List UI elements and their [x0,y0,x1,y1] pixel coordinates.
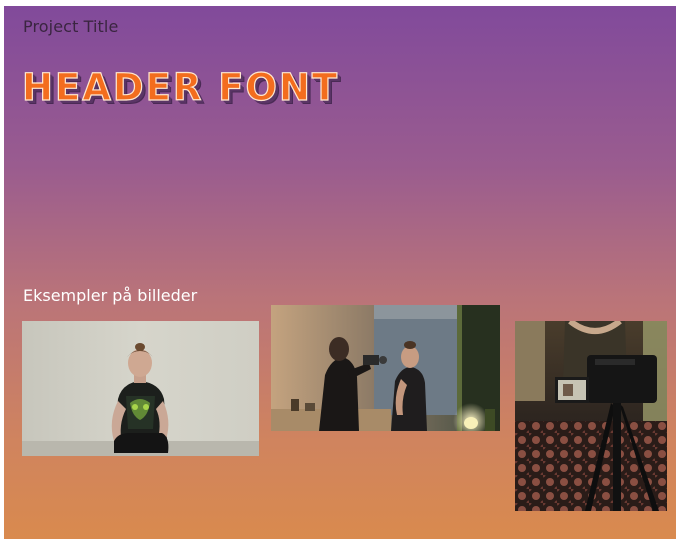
photo-2-image [271,305,500,431]
photo-person-seated-against-wall[interactable] [22,321,259,456]
photo-filming-scene-with-camera[interactable] [271,305,500,431]
photo-1-image [22,321,259,456]
photo-3-image [515,321,667,511]
photo-camera-on-tripod[interactable] [515,321,667,511]
gallery-label: Eksempler på billeder [23,286,198,305]
page-canvas: Project Title HEADER FONT Eksempler på b… [4,6,676,539]
header-heading: HEADER FONT [21,65,340,109]
project-title: Project Title [23,17,119,36]
